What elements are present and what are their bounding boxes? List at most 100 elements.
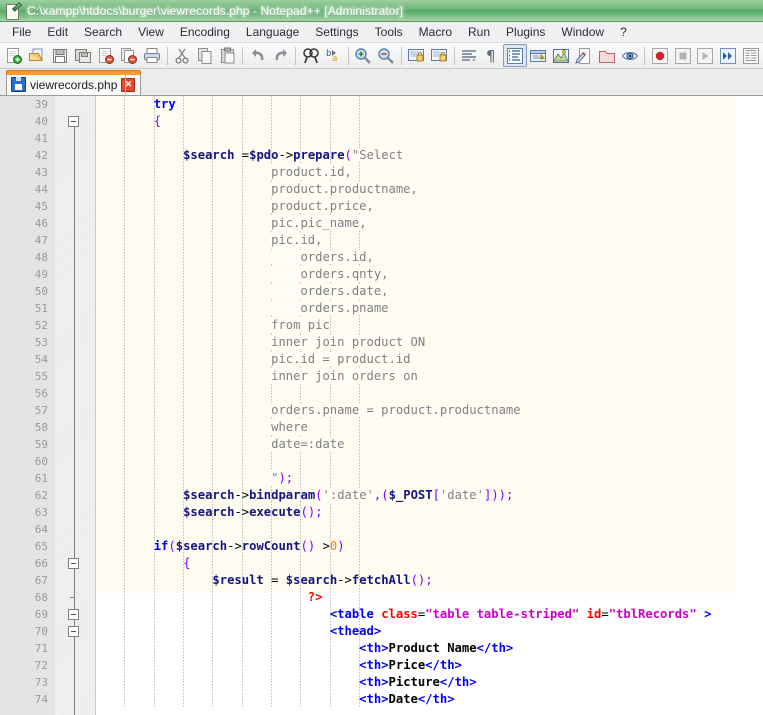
code-line[interactable]: orders.qnty,	[95, 266, 763, 283]
code-line[interactable]: <th>Product Name</th>	[95, 640, 763, 657]
fold-cell[interactable]	[55, 334, 95, 351]
document-map-icon[interactable]	[549, 44, 572, 67]
fold-cell[interactable]	[55, 674, 95, 691]
fold-cell[interactable]	[55, 589, 95, 606]
cut-icon[interactable]	[171, 44, 194, 67]
code-line[interactable]: product.price,	[95, 198, 763, 215]
fold-cell[interactable]	[55, 385, 95, 402]
close-all-files-icon[interactable]	[118, 44, 141, 67]
fold-cell[interactable]	[55, 623, 95, 640]
close-file-icon[interactable]	[95, 44, 118, 67]
menu-item-settings[interactable]: Settings	[307, 23, 366, 41]
menu-item-macro[interactable]: Macro	[411, 23, 460, 41]
code-line[interactable]: if($search->rowCount() >0)	[95, 538, 763, 555]
fold-cell[interactable]	[55, 96, 95, 113]
code-line[interactable]: orders.pname	[95, 300, 763, 317]
code-line[interactable]: inner join product ON	[95, 334, 763, 351]
code-line[interactable]: date=:date	[95, 436, 763, 453]
code-line[interactable]: ?>	[95, 589, 763, 606]
save-all-icon[interactable]	[72, 44, 95, 67]
fold-cell[interactable]	[55, 181, 95, 198]
code-line[interactable]: orders.date,	[95, 283, 763, 300]
code-line[interactable]	[95, 130, 763, 147]
word-wrap-icon[interactable]	[458, 44, 481, 67]
code-line[interactable]: ");	[95, 470, 763, 487]
code-line[interactable]: $search->bindparam(':date',($_POST['date…	[95, 487, 763, 504]
fold-cell[interactable]	[55, 453, 95, 470]
save-macro-icon[interactable]	[740, 44, 763, 67]
fold-collapse-icon[interactable]	[68, 609, 79, 620]
fold-cell[interactable]	[55, 351, 95, 368]
fold-cell[interactable]	[55, 538, 95, 555]
fold-cell[interactable]	[55, 164, 95, 181]
code-line[interactable]: pic.id = product.id	[95, 351, 763, 368]
find-icon[interactable]	[299, 44, 322, 67]
new-file-icon[interactable]	[3, 44, 26, 67]
show-all-characters-icon[interactable]: ¶	[481, 44, 504, 67]
copy-icon[interactable]	[193, 44, 216, 67]
fold-collapse-icon[interactable]	[68, 626, 79, 637]
fold-cell[interactable]	[55, 368, 95, 385]
zoom-in-icon[interactable]	[352, 44, 375, 67]
code-line[interactable]: <th>Price</th>	[95, 657, 763, 674]
user-defined-dialog-icon[interactable]	[527, 44, 550, 67]
fold-cell[interactable]	[55, 657, 95, 674]
code-text-area[interactable]: try { $search =$pdo->prepare("Select pro…	[95, 96, 763, 715]
close-icon[interactable]: ✕	[121, 77, 136, 92]
fold-cell[interactable]	[55, 555, 95, 572]
menu-item-encoding[interactable]: Encoding	[172, 23, 238, 41]
code-line[interactable]: where	[95, 419, 763, 436]
fold-cell[interactable]	[55, 402, 95, 419]
menu-item-view[interactable]: View	[130, 23, 172, 41]
code-line[interactable]	[95, 453, 763, 470]
menu-item-search[interactable]: Search	[76, 23, 130, 41]
code-line[interactable]: {	[95, 555, 763, 572]
menu-item-edit[interactable]: Edit	[39, 23, 76, 41]
fold-cell[interactable]	[55, 436, 95, 453]
undo-icon[interactable]	[246, 44, 269, 67]
code-line[interactable]: <th>Picture</th>	[95, 674, 763, 691]
code-line[interactable]	[95, 521, 763, 538]
code-line[interactable]: product.id,	[95, 164, 763, 181]
code-line[interactable]: $search->execute();	[95, 504, 763, 521]
save-icon[interactable]	[49, 44, 72, 67]
code-line[interactable]: product.productname,	[95, 181, 763, 198]
monitoring-icon[interactable]	[618, 44, 641, 67]
stop-macro-icon[interactable]	[671, 44, 694, 67]
fold-cell[interactable]	[55, 487, 95, 504]
record-macro-icon[interactable]	[648, 44, 671, 67]
fold-cell[interactable]	[55, 215, 95, 232]
print-icon[interactable]	[141, 44, 164, 67]
fold-cell[interactable]	[55, 249, 95, 266]
menu-item-window[interactable]: Window	[553, 23, 612, 41]
code-line[interactable]: pic.pic_name,	[95, 215, 763, 232]
menu-item-run[interactable]: Run	[460, 23, 498, 41]
fold-cell[interactable]	[55, 572, 95, 589]
code-line[interactable]: orders.pname = product.productname	[95, 402, 763, 419]
menu-bar[interactable]: File Edit Search View Encoding Language …	[0, 22, 763, 43]
fold-cell[interactable]	[55, 147, 95, 164]
menu-item-help[interactable]: ?	[612, 23, 635, 41]
code-line[interactable]: <table class="table table-striped" id="t…	[95, 606, 763, 623]
fold-cell[interactable]	[55, 317, 95, 334]
paste-icon[interactable]	[216, 44, 239, 67]
function-list-icon[interactable]	[572, 44, 595, 67]
fold-cell[interactable]	[55, 640, 95, 657]
menu-item-plugins[interactable]: Plugins	[498, 23, 553, 41]
code-folding-margin[interactable]	[55, 96, 96, 715]
code-line[interactable]: $result = $search->fetchAll();	[95, 572, 763, 589]
fold-cell[interactable]	[55, 419, 95, 436]
fold-cell[interactable]	[55, 606, 95, 623]
zoom-out-icon[interactable]	[375, 44, 398, 67]
fold-cell[interactable]	[55, 521, 95, 538]
code-line[interactable]: $search =$pdo->prepare("Select	[95, 147, 763, 164]
code-line[interactable]: inner join orders on	[95, 368, 763, 385]
open-file-icon[interactable]	[26, 44, 49, 67]
menu-item-language[interactable]: Language	[238, 23, 307, 41]
fold-cell[interactable]	[55, 266, 95, 283]
fold-cell[interactable]	[55, 470, 95, 487]
redo-icon[interactable]	[269, 44, 292, 67]
sync-vertical-scroll-icon[interactable]	[405, 44, 428, 67]
fold-cell[interactable]	[55, 130, 95, 147]
code-line[interactable]: <th>Date</th>	[95, 691, 763, 708]
